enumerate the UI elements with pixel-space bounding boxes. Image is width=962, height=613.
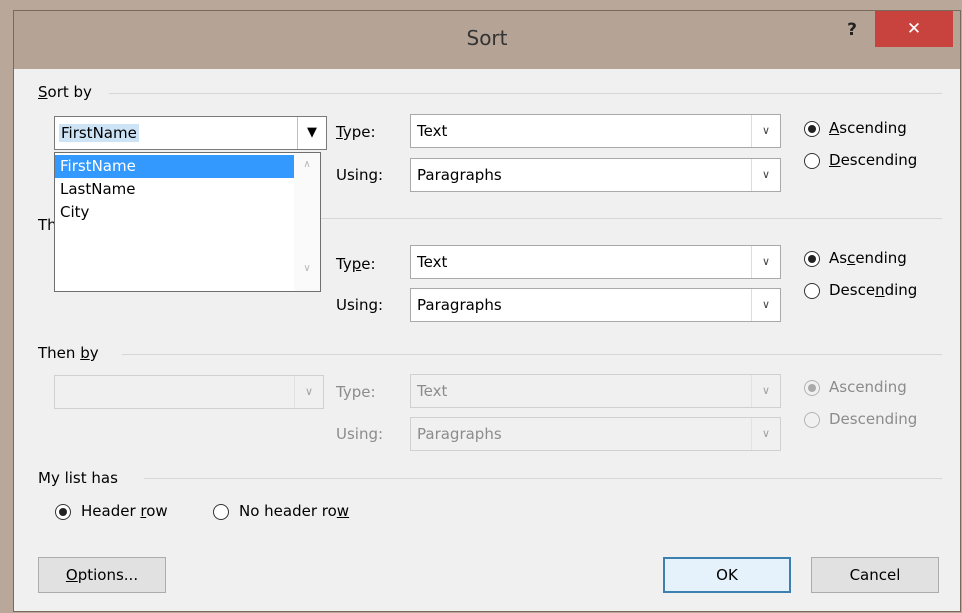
then-by-2-using-select[interactable]: Paragraphs ∨ <box>410 417 781 451</box>
then-by-1-using-label: Using: <box>336 296 384 314</box>
chevron-down-icon[interactable]: ∨ <box>751 289 780 321</box>
then-by-2-ascending-radio[interactable] <box>804 380 820 396</box>
options-button[interactable]: Options... <box>38 557 166 593</box>
sort-by-ascending-label[interactable]: Ascending <box>829 119 907 137</box>
dropdown-item-city[interactable]: City <box>55 201 294 224</box>
then-by-2-type-label: Type: <box>336 383 376 401</box>
then-by-1-type-label: Type: <box>336 255 376 273</box>
chevron-down-icon[interactable]: ∨ <box>294 376 323 408</box>
scroll-down-icon[interactable]: ∨ <box>294 263 320 274</box>
sort-by-using-select[interactable]: Paragraphs ∨ <box>410 158 781 192</box>
sort-by-selected-value: FirstName <box>59 124 139 142</box>
then-by-2-using-label: Using: <box>336 425 384 443</box>
sort-by-type-value: Text <box>417 122 448 140</box>
title-bar[interactable]: Sort ? ✕ <box>14 11 960 69</box>
close-button[interactable]: ✕ <box>875 11 953 47</box>
then-by-1-ascending-radio[interactable] <box>804 251 820 267</box>
close-icon: ✕ <box>906 19 922 39</box>
no-header-row-radio[interactable] <box>213 504 229 520</box>
scroll-up-icon[interactable]: ∧ <box>294 159 320 170</box>
then-by-1-descending-radio[interactable] <box>804 283 820 299</box>
then-by-2-label: Then by <box>38 344 99 362</box>
help-button[interactable]: ? <box>839 17 865 43</box>
then-by-1-using-value: Paragraphs <box>417 296 502 314</box>
header-row-label[interactable]: Header row <box>81 502 168 520</box>
sort-by-dropdown-list[interactable]: FirstName LastName City ∧ ∨ <box>54 152 321 292</box>
sort-by-type-select[interactable]: Text ∨ <box>410 114 781 148</box>
then-by-2-descending-radio[interactable] <box>804 412 820 428</box>
then-by-2-column-select[interactable]: ∨ <box>54 375 324 409</box>
dropdown-item-lastname[interactable]: LastName <box>55 178 294 201</box>
chevron-down-icon[interactable]: ∨ <box>751 115 780 147</box>
sort-by-descending-radio[interactable] <box>804 153 820 169</box>
my-list-has-label: My list has <box>38 469 118 487</box>
then-by-2-ascending-label[interactable]: Ascending <box>829 378 907 396</box>
then-by-2-type-select[interactable]: Text ∨ <box>410 374 781 408</box>
sort-by-separator <box>109 93 942 94</box>
cancel-button[interactable]: Cancel <box>811 557 939 593</box>
then-by-1-ascending-label[interactable]: Ascending <box>829 249 907 267</box>
then-by-1-descending-label[interactable]: Descending <box>829 281 917 299</box>
sort-by-using-label: Using: <box>336 166 384 184</box>
dialog-title: Sort <box>466 26 508 50</box>
then-by-2-separator <box>122 354 942 355</box>
sort-dialog: Sort ? ✕ Sort by FirstName ▼ Type: Text … <box>13 10 961 612</box>
then-by-2-type-value: Text <box>417 382 448 400</box>
then-by-2-descending-label[interactable]: Descending <box>829 410 917 428</box>
chevron-down-icon[interactable]: ∨ <box>751 418 780 450</box>
ok-button[interactable]: OK <box>663 557 791 593</box>
then-by-2-using-value: Paragraphs <box>417 425 502 443</box>
sort-by-ascending-radio[interactable] <box>804 121 820 137</box>
chevron-down-icon[interactable]: ∨ <box>751 246 780 278</box>
sort-by-using-value: Paragraphs <box>417 166 502 184</box>
sort-by-descending-label[interactable]: Descending <box>829 151 917 169</box>
then-by-1-using-select[interactable]: Paragraphs ∨ <box>410 288 781 322</box>
sort-by-label: Sort by <box>38 83 92 101</box>
then-by-1-type-select[interactable]: Text ∨ <box>410 245 781 279</box>
chevron-down-icon[interactable]: ∨ <box>751 159 780 191</box>
chevron-down-icon[interactable]: ▼ <box>297 117 326 149</box>
sort-by-column-select[interactable]: FirstName ▼ <box>54 116 327 150</box>
sort-by-type-label: Type: <box>336 123 376 141</box>
chevron-down-icon[interactable]: ∨ <box>751 375 780 407</box>
then-by-1-type-value: Text <box>417 253 448 271</box>
dropdown-scrollbar[interactable]: ∧ ∨ <box>294 153 320 291</box>
header-row-radio[interactable] <box>55 504 71 520</box>
no-header-row-label[interactable]: No header row <box>239 502 349 520</box>
my-list-has-separator <box>144 478 942 479</box>
dropdown-item-firstname[interactable]: FirstName <box>55 155 294 178</box>
then-by-1-separator <box>321 218 942 219</box>
